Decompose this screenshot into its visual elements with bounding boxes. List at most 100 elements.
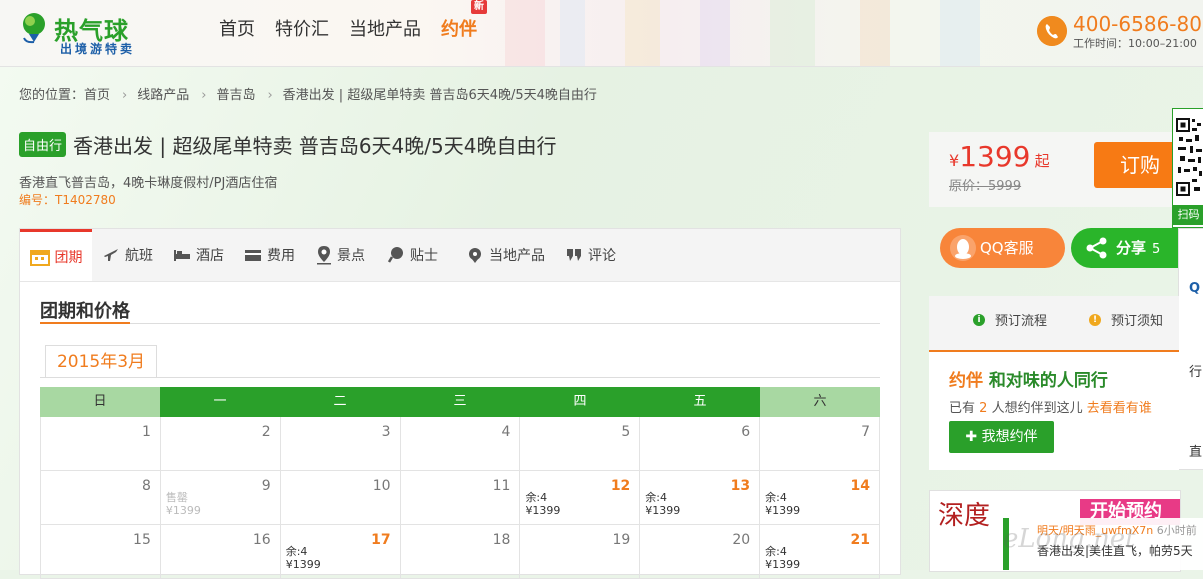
new-badge: 新 bbox=[471, 0, 487, 14]
breadcrumb-item-routes[interactable]: 线路产品 bbox=[137, 88, 189, 103]
calendar-week: 1 2 3 4 5 6 7 bbox=[40, 417, 881, 471]
alert-icon: ! bbox=[1089, 313, 1101, 326]
day-number: 3 bbox=[381, 424, 391, 440]
breadcrumb: 您的位置：首页 › 线路产品 › 普吉岛 › 香港出发 | 超级尾单特卖 普吉岛6天4晚/5… bbox=[19, 84, 597, 103]
stock-remaining: 余:4 bbox=[645, 491, 668, 504]
tab-label: 评论 bbox=[588, 248, 616, 264]
nav-local-products[interactable]: 当地产品 bbox=[349, 17, 421, 43]
hotline: 400-6586-800 工作时间：10:00–21:00 bbox=[1037, 12, 1203, 54]
tab-attractions[interactable]: 景点 bbox=[316, 229, 365, 281]
divider bbox=[40, 377, 880, 378]
product-subtitle: 香港直飞普吉岛，4晚卡琳度假村/PJ酒店住宿 bbox=[19, 176, 278, 191]
side-item[interactable]: 直 bbox=[1189, 441, 1202, 460]
price-value: 1399 bbox=[959, 140, 1031, 173]
day-price: ¥1399 bbox=[645, 504, 681, 517]
product-code: 编号：T1402780 bbox=[19, 193, 116, 207]
day-number: 8 bbox=[141, 478, 151, 494]
day-number: 21 bbox=[850, 532, 871, 548]
companion-title: 约伴 和对味的人同行 bbox=[949, 366, 1108, 391]
nav-companion[interactable]: 约伴 新 bbox=[441, 0, 487, 43]
day-number: 13 bbox=[730, 478, 751, 494]
companion-prefix: 已有 bbox=[949, 401, 976, 416]
nav-home[interactable]: 首页 bbox=[219, 17, 255, 43]
day-number: 20 bbox=[732, 532, 751, 548]
info-icon: i bbox=[973, 313, 985, 326]
day-number: 2 bbox=[261, 424, 271, 440]
main-nav: 首页 特价汇 当地产品 约伴 新 bbox=[219, 0, 497, 43]
companion-see-who-link[interactable]: 去看看有谁 bbox=[1087, 401, 1152, 416]
day-number: 10 bbox=[372, 478, 391, 494]
detail-tabs: 团期 航班 酒店 费用 景点 贴士 当地产品 评论 bbox=[20, 229, 900, 282]
product-title-row: 自由行 香港出发 | 超级尾单特卖 普吉岛6天4晚/5天4晚自由行 bbox=[19, 130, 556, 159]
calendar-day: 7 bbox=[760, 417, 881, 471]
calendar-day-available[interactable]: 17 余:4 ¥1399 bbox=[280, 525, 401, 579]
day-number: 17 bbox=[371, 532, 391, 548]
calendar-day-available[interactable]: 13 余:4 ¥1399 bbox=[640, 471, 761, 525]
qr-label: 扫码 bbox=[1173, 205, 1203, 225]
local-product-icon bbox=[469, 248, 481, 263]
companion-mid: 人想约伴到这儿 bbox=[991, 401, 1083, 416]
calendar-day: 8 bbox=[40, 471, 161, 525]
qq-penguin-icon bbox=[950, 235, 976, 261]
calendar-day: 6 bbox=[640, 417, 761, 471]
side-item[interactable]: Q bbox=[1189, 281, 1200, 296]
day-number: 6 bbox=[741, 424, 751, 440]
chevron-right-icon: › bbox=[267, 88, 273, 103]
day-price: ¥1399 bbox=[525, 504, 561, 517]
day-number: 9 bbox=[261, 478, 271, 494]
tab-label: 航班 bbox=[125, 248, 153, 264]
stock-remaining: 余:4 bbox=[525, 491, 548, 504]
decor-stripe bbox=[700, 0, 730, 66]
nav-companion-label: 约伴 bbox=[441, 19, 477, 40]
ticker-time: 6小时前 bbox=[1156, 524, 1197, 537]
weekday-label: 一 bbox=[160, 387, 280, 417]
qr-code-widget[interactable]: 扫码 bbox=[1172, 108, 1203, 228]
current-price: ¥1399 起 bbox=[949, 140, 1050, 173]
qq-service-button[interactable]: QQ客服 bbox=[940, 228, 1065, 268]
calendar-day-available[interactable]: 12 余:4 ¥1399 bbox=[520, 471, 641, 525]
calendar-day-available[interactable]: 14 余:4 ¥1399 bbox=[760, 471, 881, 525]
tab-hotel[interactable]: 酒店 bbox=[173, 229, 224, 281]
booking-process-link[interactable]: i 预订流程 bbox=[973, 310, 1047, 329]
month-tab[interactable]: 2015年3月 bbox=[45, 345, 157, 378]
booking-terms-link[interactable]: ! 预订须知 bbox=[1089, 310, 1163, 329]
calendar-day: 11 bbox=[400, 471, 521, 525]
tab-schedule[interactable]: 团期 bbox=[20, 229, 92, 281]
breadcrumb-item-home[interactable]: 首页 bbox=[84, 88, 110, 103]
tab-label: 费用 bbox=[267, 248, 295, 264]
decor-stripe bbox=[505, 0, 545, 66]
availability-info: 余:4 ¥1399 bbox=[765, 491, 800, 517]
notice-label: 预订须知 bbox=[1111, 314, 1164, 329]
weekday-label: 日 bbox=[40, 387, 160, 417]
day-number: 15 bbox=[133, 532, 151, 548]
day-number: 11 bbox=[492, 478, 511, 494]
day-price: ¥1399 bbox=[285, 558, 321, 571]
product-type-tag: 自由行 bbox=[19, 132, 67, 157]
calendar-weekday-header: 日 一 二 三 四 五 六 bbox=[40, 387, 880, 417]
share-button[interactable]: 分享 5 bbox=[1071, 228, 1181, 268]
site-logo[interactable]: 热气球 出境游特卖 bbox=[20, 10, 150, 56]
weekday-label: 三 bbox=[400, 387, 520, 417]
weekday-label: 六 bbox=[760, 387, 880, 417]
breadcrumb-item-destination[interactable]: 普吉岛 bbox=[216, 88, 255, 103]
tab-label: 贴士 bbox=[410, 248, 438, 264]
tab-flight[interactable]: 航班 bbox=[102, 229, 153, 281]
side-item[interactable]: 行 bbox=[1189, 361, 1202, 380]
tab-local-products[interactable]: 当地产品 bbox=[466, 229, 545, 281]
plus-icon: ✚ bbox=[965, 429, 978, 445]
calendar-day: 3 bbox=[280, 417, 401, 471]
day-price: ¥1399 bbox=[765, 558, 801, 571]
product-detail-panel: 团期 航班 酒店 费用 景点 贴士 当地产品 评论 团期和价格 2015年3月 … bbox=[19, 228, 901, 579]
nav-deals[interactable]: 特价汇 bbox=[275, 17, 329, 43]
tab-reviews[interactable]: 评论 bbox=[565, 229, 616, 281]
tab-fees[interactable]: 费用 bbox=[244, 229, 295, 281]
tab-tips[interactable]: 贴士 bbox=[387, 229, 438, 281]
chevron-right-icon: › bbox=[122, 88, 128, 103]
calendar-day-available[interactable]: 21 余:4 ¥1399 bbox=[760, 525, 881, 579]
decor-stripe bbox=[770, 0, 815, 66]
calendar-day: 4 bbox=[400, 417, 521, 471]
calendar-day: 15 bbox=[40, 525, 161, 579]
phone-number: 400-6586-800 bbox=[1073, 12, 1203, 36]
banner-text-left: 深度 bbox=[938, 501, 991, 531]
find-companion-button[interactable]: ✚ 我想约伴 bbox=[949, 421, 1054, 453]
